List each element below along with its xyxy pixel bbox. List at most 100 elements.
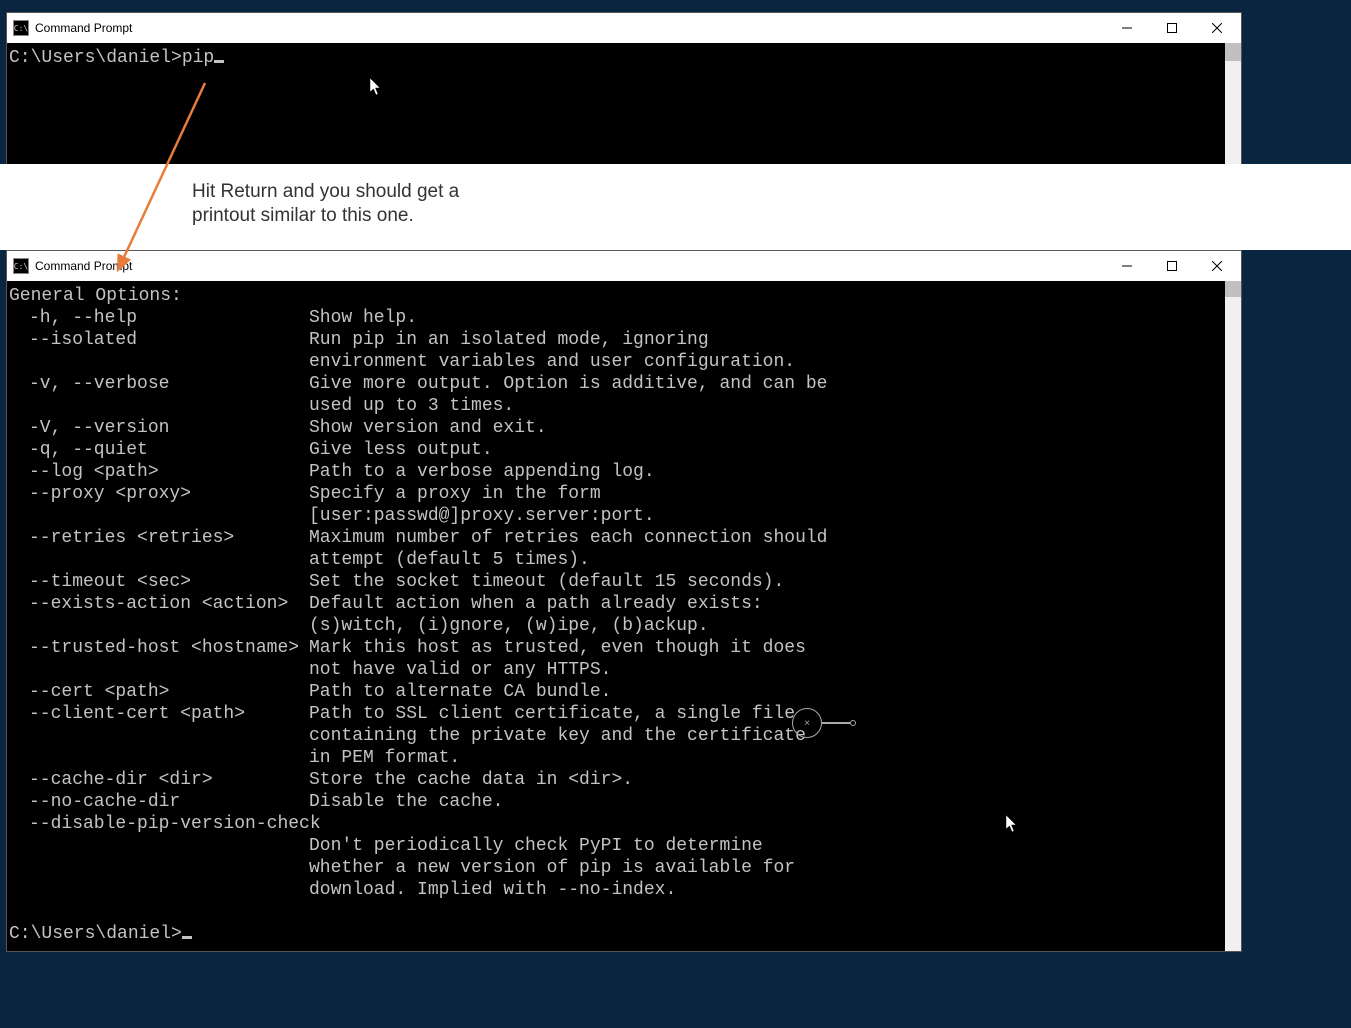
close-button[interactable] [1194,14,1239,42]
option-flag: -q, --quiet [9,439,309,461]
option-row: attempt (default 5 times). [9,549,1223,571]
maximize-button[interactable] [1149,14,1194,42]
minimize-icon [1122,23,1132,33]
titlebar-1[interactable]: C:\ Command Prompt [7,13,1241,43]
pin-connector [822,722,850,724]
instruction-line-1: Hit Return and you should get a [192,180,1351,204]
terminal-body-1: C:\Users\daniel>pip [7,43,1241,171]
option-row: -V, --versionShow version and exit. [9,417,1223,439]
option-row: used up to 3 times. [9,395,1223,417]
option-row: environment variables and user configura… [9,351,1223,373]
option-flag: --no-cache-dir [9,791,309,813]
maximize-icon [1167,261,1177,271]
option-description: environment variables and user configura… [309,351,1223,373]
option-flag [9,879,309,901]
option-flag: --timeout <sec> [9,571,309,593]
option-row: --client-cert <path>Path to SSL client c… [9,703,1223,725]
close-button[interactable] [1194,252,1239,280]
option-description: in PEM format. [309,747,1223,769]
option-description [309,813,1223,835]
option-description: used up to 3 times. [309,395,1223,417]
option-flag: --exists-action <action> [9,593,309,615]
option-description: not have valid or any HTTPS. [309,659,1223,681]
window-controls-2 [1104,252,1239,280]
instruction-text: Hit Return and you should get a printout… [0,164,1351,250]
option-flag: -V, --version [9,417,309,439]
option-row: -h, --helpShow help. [9,307,1223,329]
option-description: [user:passwd@]proxy.server:port. [309,505,1223,527]
scroll-thumb[interactable] [1225,43,1241,61]
option-row: -v, --verboseGive more output. Option is… [9,373,1223,395]
option-flag: --client-cert <path> [9,703,309,725]
option-description: Disable the cache. [309,791,1223,813]
option-description: Store the cache data in <dir>. [309,769,1223,791]
option-row: -q, --quietGive less output. [9,439,1223,461]
option-description: Maximum number of retries each connectio… [309,527,1223,549]
option-row: --isolatedRun pip in an isolated mode, i… [9,329,1223,351]
option-description: whether a new version of pip is availabl… [309,857,1223,879]
terminal-2[interactable]: General Options:-h, --helpShow help.--is… [7,281,1225,951]
minimize-icon [1122,261,1132,271]
option-row: whether a new version of pip is availabl… [9,857,1223,879]
option-description: Run pip in an isolated mode, ignoring [309,329,1223,351]
minimize-button[interactable] [1104,252,1149,280]
window-title: Command Prompt [35,21,1104,35]
option-description: Default action when a path already exist… [309,593,1223,615]
option-row: --proxy <proxy>Specify a proxy in the fo… [9,483,1223,505]
option-description: containing the private key and the certi… [309,725,1223,747]
cmd-icon: C:\ [13,258,29,274]
option-description: Show help. [309,307,1223,329]
option-description: (s)witch, (i)gnore, (w)ipe, (b)ackup. [309,615,1223,637]
option-flag [9,351,309,373]
option-row: --log <path>Path to a verbose appending … [9,461,1223,483]
option-flag: --trusted-host <hostname> [9,637,309,659]
text-cursor [182,936,192,939]
minimize-button[interactable] [1104,14,1149,42]
option-row: [user:passwd@]proxy.server:port. [9,505,1223,527]
option-description: Don't periodically check PyPI to determi… [309,835,1223,857]
option-flag: --cert <path> [9,681,309,703]
option-description: attempt (default 5 times). [309,549,1223,571]
option-flag [9,395,309,417]
option-description: Path to SSL client certificate, a single… [309,703,1223,725]
comment-pin-widget[interactable]: × [792,708,856,738]
prompt-line: C:\Users\daniel>pip [9,47,1223,69]
option-description: Mark this host as trusted, even though i… [309,637,1223,659]
option-flag [9,659,309,681]
maximize-icon [1167,23,1177,33]
option-flag [9,857,309,879]
scrollbar-1[interactable] [1225,43,1241,171]
prompt-line: C:\Users\daniel> [9,923,1223,945]
titlebar-2[interactable]: C:\ Command Prompt [7,251,1241,281]
option-description: Give more output. Option is additive, an… [309,373,1223,395]
cmd-icon: C:\ [13,20,29,36]
window-controls [1104,14,1239,42]
option-flag: --isolated [9,329,309,351]
option-row: Don't periodically check PyPI to determi… [9,835,1223,857]
option-row: --disable-pip-version-check [9,813,1223,835]
command-prompt-window-2: C:\ Command Prompt General Options:-h, -… [6,250,1242,952]
terminal-1[interactable]: C:\Users\daniel>pip [7,43,1225,171]
option-description: Path to a verbose appending log. [309,461,1223,483]
option-flag [9,747,309,769]
option-row: --retries <retries>Maximum number of ret… [9,527,1223,549]
terminal-body-2: General Options:-h, --helpShow help.--is… [7,281,1241,951]
option-description: Show version and exit. [309,417,1223,439]
option-row: --timeout <sec>Set the socket timeout (d… [9,571,1223,593]
pin-close-icon[interactable]: × [792,708,822,738]
option-row: (s)witch, (i)gnore, (w)ipe, (b)ackup. [9,615,1223,637]
option-row: --cert <path>Path to alternate CA bundle… [9,681,1223,703]
text-cursor [214,60,224,63]
scroll-thumb[interactable] [1225,281,1241,297]
option-flag: --proxy <proxy> [9,483,309,505]
option-flag [9,505,309,527]
scrollbar-2[interactable] [1225,281,1241,951]
option-flag [9,615,309,637]
option-flag [9,549,309,571]
option-flag [9,725,309,747]
maximize-button[interactable] [1149,252,1194,280]
window-title-2: Command Prompt [35,259,1104,273]
option-flag: --log <path> [9,461,309,483]
option-row: in PEM format. [9,747,1223,769]
option-row: not have valid or any HTTPS. [9,659,1223,681]
